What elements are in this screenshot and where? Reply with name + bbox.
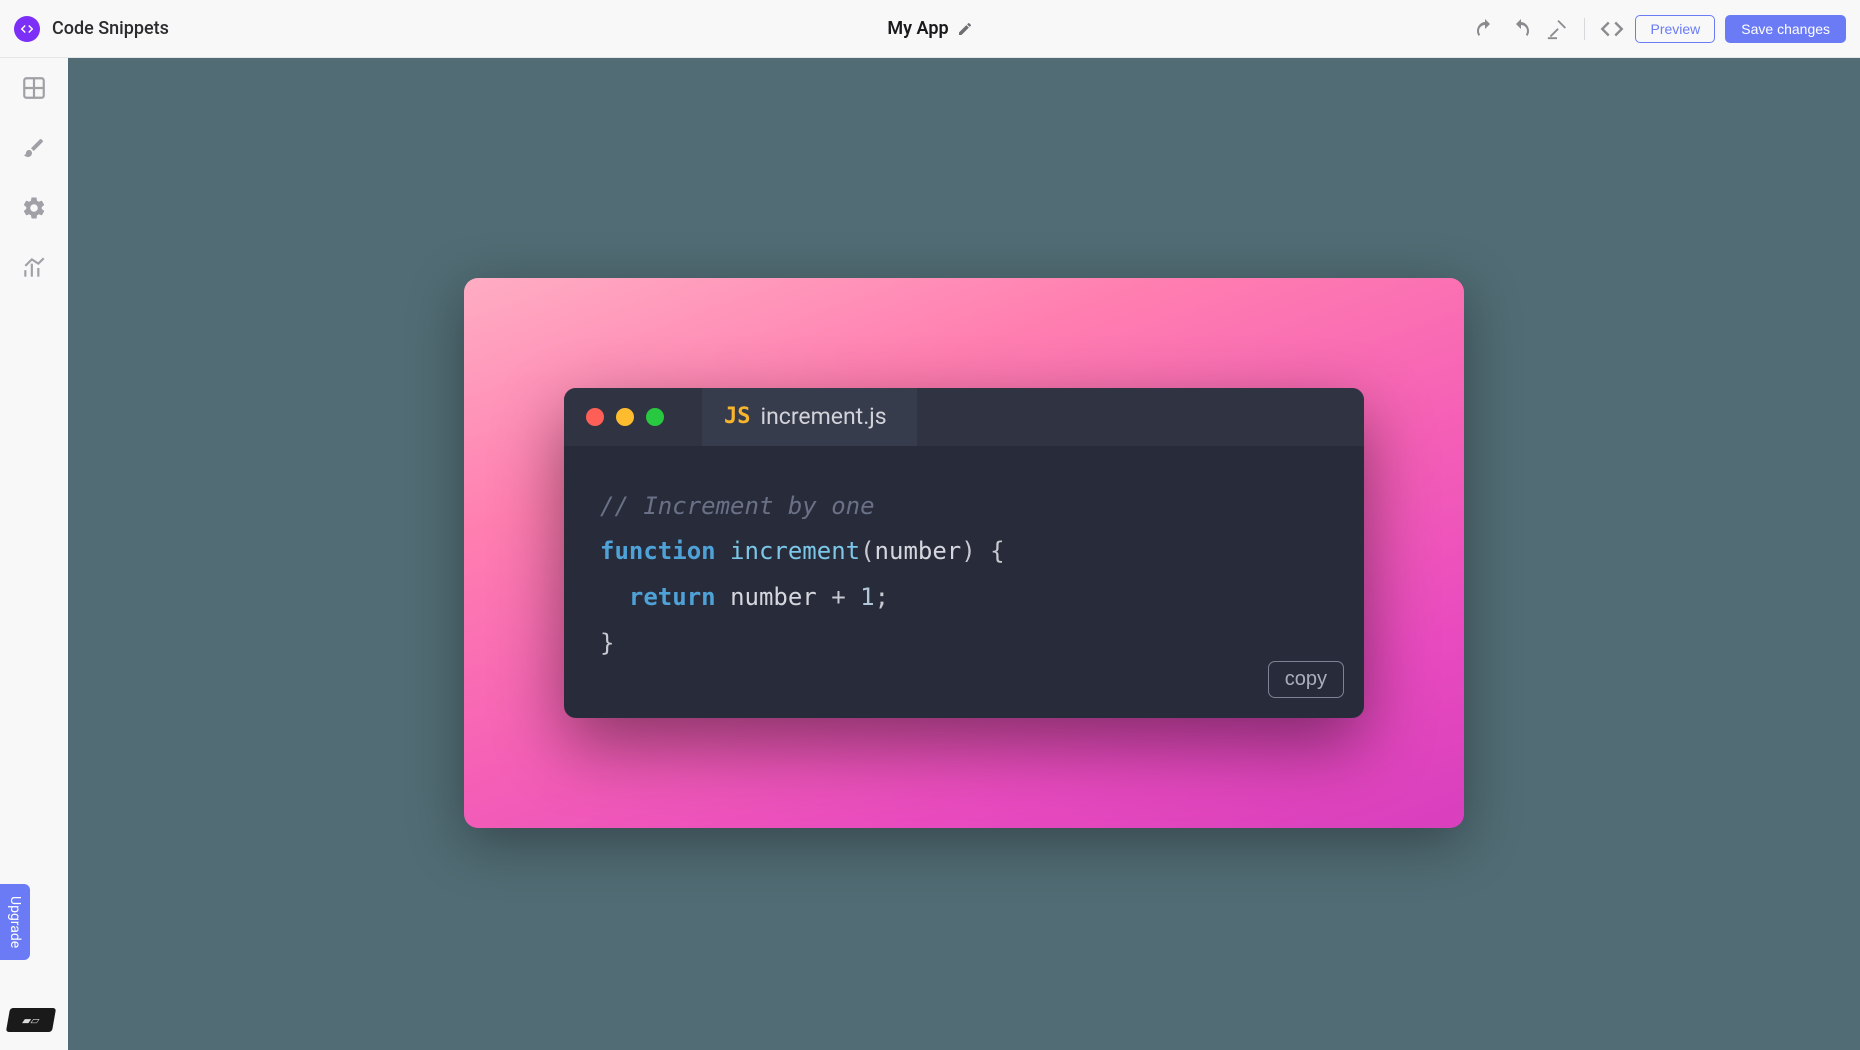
js-badge-icon: JS xyxy=(724,404,751,429)
token-param: number xyxy=(875,537,962,565)
gavel-icon[interactable] xyxy=(1544,16,1570,42)
traffic-minimize-icon[interactable] xyxy=(616,408,634,426)
page-title: Code Snippets xyxy=(52,18,169,39)
grid-icon[interactable] xyxy=(20,74,48,102)
code-line-2: function increment(number) { xyxy=(600,529,1328,575)
chart-icon[interactable] xyxy=(20,254,48,282)
token-close-brace: } xyxy=(600,629,614,657)
token-indent xyxy=(600,583,629,611)
topbar-center: My App xyxy=(629,18,1232,39)
token-keyword-function: function xyxy=(600,537,730,565)
token-open-paren: ( xyxy=(860,537,874,565)
token-keyword-return: return xyxy=(629,583,730,611)
upgrade-tab[interactable]: Upgrade xyxy=(0,884,30,960)
code-titlebar: JS increment.js xyxy=(564,388,1364,446)
token-expr-ident: number xyxy=(730,583,817,611)
app-logo-icon[interactable] xyxy=(14,16,40,42)
token-semi: ; xyxy=(875,583,889,611)
save-button[interactable]: Save changes xyxy=(1725,15,1846,43)
snippet-frame: JS increment.js // Increment by one func… xyxy=(464,278,1464,828)
token-close-paren-brace: ) { xyxy=(961,537,1004,565)
traffic-close-icon[interactable] xyxy=(586,408,604,426)
token-func-name: increment xyxy=(730,537,860,565)
token-comment: // Increment by one xyxy=(600,492,875,520)
code-line-4: } xyxy=(600,621,1328,667)
topbar-right: Preview Save changes xyxy=(1243,15,1846,43)
traffic-maximize-icon[interactable] xyxy=(646,408,664,426)
code-tab[interactable]: JS increment.js xyxy=(702,388,917,446)
token-op: + xyxy=(817,583,860,611)
preview-button[interactable]: Preview xyxy=(1635,15,1715,43)
canvas[interactable]: JS increment.js // Increment by one func… xyxy=(68,58,1860,1050)
main-row: Upgrade ▰▱ JS increment.js // Increment … xyxy=(0,58,1860,1050)
tab-filename: increment.js xyxy=(761,403,887,430)
redo-icon[interactable] xyxy=(1508,16,1534,42)
code-line-1: // Increment by one xyxy=(600,484,1328,530)
gear-icon[interactable] xyxy=(20,194,48,222)
pencil-icon[interactable] xyxy=(957,21,973,37)
topbar: Code Snippets My App Preview Save change… xyxy=(0,0,1860,58)
copy-button[interactable]: copy xyxy=(1268,661,1344,698)
token-num: 1 xyxy=(860,583,874,611)
sidebar-left: Upgrade ▰▱ xyxy=(0,58,68,1050)
topbar-left: Code Snippets xyxy=(14,16,617,42)
code-window: JS increment.js // Increment by one func… xyxy=(564,388,1364,718)
brush-icon[interactable] xyxy=(20,134,48,162)
undo-icon[interactable] xyxy=(1472,16,1498,42)
code-line-3: return number + 1; xyxy=(600,575,1328,621)
app-name: My App xyxy=(887,18,948,39)
code-body[interactable]: // Increment by one function increment(n… xyxy=(564,446,1364,718)
toolbar-divider xyxy=(1584,18,1585,40)
code-icon[interactable] xyxy=(1599,16,1625,42)
provider-badge-icon[interactable]: ▰▱ xyxy=(6,1008,56,1032)
